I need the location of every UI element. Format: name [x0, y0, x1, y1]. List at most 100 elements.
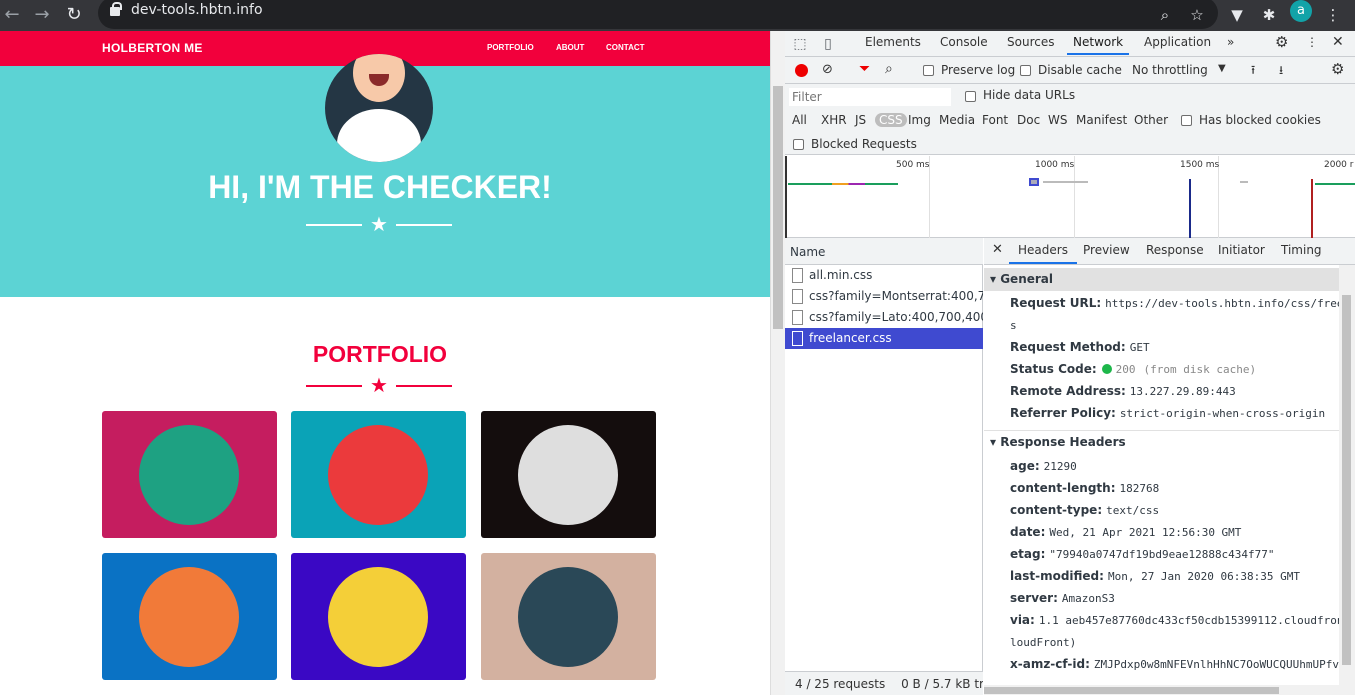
page-scrollbar[interactable] [770, 31, 785, 695]
request-row[interactable]: all.min.css [785, 265, 983, 286]
general-header-key: Request Method: [1010, 340, 1126, 354]
response-header-value: loudFront) [1010, 636, 1077, 649]
response-header-key: via: [1010, 613, 1035, 627]
portfolio-tile[interactable] [291, 411, 466, 538]
back-arrow-icon[interactable]: ← [0, 3, 24, 27]
tab-console[interactable]: Console [940, 35, 988, 49]
inspect-element-icon[interactable]: ⬚ [789, 33, 811, 55]
request-details: ✕ Headers Preview Response Initiator Tim… [984, 238, 1355, 695]
timeline-bar [1043, 181, 1088, 183]
device-toolbar-icon[interactable]: ▯ [817, 33, 839, 55]
timeline-label-2000: 2000 r [1324, 160, 1354, 170]
reload-icon[interactable]: ↻ [62, 3, 86, 27]
close-detail-icon[interactable]: ✕ [992, 242, 1003, 257]
hide-data-urls-checkbox[interactable] [965, 91, 976, 102]
request-row[interactable]: css?family=Lato:400,700,400... [785, 307, 983, 328]
name-column-header[interactable]: Name [785, 238, 983, 265]
general-section-header[interactable]: ▾ General [984, 268, 1339, 291]
portfolio-tile[interactable] [102, 553, 277, 680]
type-css[interactable]: CSS [875, 113, 907, 127]
response-header-row: content-type: text/css [1010, 503, 1345, 517]
request-row-selected[interactable]: freelancer.css [785, 328, 983, 349]
request-name: freelancer.css [809, 331, 892, 345]
type-other[interactable]: Other [1134, 113, 1168, 127]
more-tabs-icon[interactable]: » [1227, 35, 1234, 49]
detail-horizontal-scrollbar[interactable] [984, 685, 1339, 695]
site-brand[interactable]: HOLBERTON ME [102, 41, 203, 55]
profile-avatar[interactable]: a [1290, 0, 1312, 22]
tab-timing[interactable]: Timing [1281, 243, 1322, 257]
timeline-label-500: 500 ms [896, 160, 930, 170]
search-icon[interactable]: ⌕ [885, 61, 893, 77]
network-overview-timeline[interactable]: 500 ms 1000 ms 1500 ms 2000 r [785, 156, 1355, 238]
general-header-row: s [1010, 318, 1345, 332]
preserve-log-label: Preserve log [941, 63, 1016, 77]
timeline-bar [788, 183, 898, 185]
star-icon: ★ [370, 373, 388, 397]
extensions-puzzle-icon[interactable]: ✱ [1258, 4, 1280, 26]
portfolio-tile[interactable] [481, 411, 656, 538]
filter-funnel-icon[interactable]: ⏷ [859, 61, 870, 77]
url-text: dev-tools.hbtn.info [131, 2, 263, 18]
tab-response[interactable]: Response [1146, 243, 1204, 257]
tab-headers[interactable]: Headers [1009, 243, 1077, 264]
general-header-value: s [1010, 319, 1017, 332]
response-headers-section-header[interactable]: ▾ Response Headers [984, 430, 1339, 453]
clear-icon[interactable]: ⊘ [822, 62, 833, 77]
bookmark-star-icon[interactable]: ☆ [1186, 4, 1208, 26]
settings-gear-icon[interactable]: ⚙ [1275, 33, 1288, 51]
request-row[interactable]: css?family=Montserrat:400,700 [785, 286, 983, 307]
lock-icon [110, 2, 122, 16]
tab-sources[interactable]: Sources [1007, 35, 1054, 49]
type-media[interactable]: Media [939, 113, 975, 127]
zoom-icon[interactable]: ⌕ [1154, 4, 1176, 26]
import-har-icon[interactable]: ⭱ [1251, 61, 1255, 82]
blocked-requests-checkbox[interactable] [793, 139, 804, 150]
nav-about[interactable]: ABOUT [556, 43, 584, 52]
record-icon[interactable] [795, 64, 808, 77]
browser-menu-icon[interactable]: ⋮ [1322, 4, 1344, 26]
detail-scrollbar[interactable] [1339, 265, 1355, 695]
tab-initiator[interactable]: Initiator [1218, 243, 1265, 257]
type-ws[interactable]: WS [1048, 113, 1067, 127]
timeline-bar [1029, 178, 1039, 186]
chevron-down-icon[interactable]: ▼ [1218, 63, 1226, 74]
game-controller-icon [139, 567, 239, 667]
tab-network[interactable]: Network [1066, 35, 1130, 55]
response-header-key: server: [1010, 591, 1058, 605]
nav-contact[interactable]: CONTACT [606, 43, 645, 52]
tab-elements[interactable]: Elements [865, 35, 921, 49]
network-settings-gear-icon[interactable]: ⚙ [1331, 60, 1344, 78]
address-bar[interactable]: dev-tools.hbtn.info [98, 0, 1218, 29]
vpn-extension-icon[interactable]: ▼ [1226, 4, 1248, 26]
throttling-select[interactable]: No throttling [1132, 63, 1208, 77]
response-header-key: etag: [1010, 547, 1046, 561]
tab-application[interactable]: Application [1144, 35, 1211, 49]
type-all[interactable]: All [792, 113, 807, 127]
type-font[interactable]: Font [982, 113, 1008, 127]
type-js[interactable]: JS [855, 113, 866, 127]
nav-portfolio[interactable]: PORTFOLIO [487, 43, 534, 52]
devtools-menu-icon[interactable]: ⋮ [1306, 35, 1318, 49]
portfolio-tile[interactable] [102, 411, 277, 538]
preserve-log-checkbox[interactable] [923, 65, 934, 76]
export-har-icon[interactable]: ⭳ [1279, 61, 1283, 82]
divider-line-left [306, 385, 362, 387]
filter-input[interactable] [789, 88, 951, 106]
type-manifest[interactable]: Manifest [1076, 113, 1127, 127]
hide-data-urls-label: Hide data URLs [983, 88, 1076, 102]
general-header-key: Status Code: [1010, 362, 1097, 376]
portfolio-tile[interactable] [481, 553, 656, 680]
divider-line-right [396, 224, 452, 226]
response-headers-title: Response Headers [1000, 435, 1126, 449]
disable-cache-checkbox[interactable] [1020, 65, 1031, 76]
tab-preview[interactable]: Preview [1083, 243, 1130, 257]
portfolio-tile[interactable] [291, 553, 466, 680]
has-blocked-cookies-checkbox[interactable] [1181, 115, 1192, 126]
type-doc[interactable]: Doc [1017, 113, 1040, 127]
forward-arrow-icon[interactable]: → [30, 3, 54, 27]
type-img[interactable]: Img [908, 113, 931, 127]
close-devtools-icon[interactable]: ✕ [1332, 34, 1344, 50]
type-xhr[interactable]: XHR [821, 113, 847, 127]
file-icon [792, 310, 803, 325]
